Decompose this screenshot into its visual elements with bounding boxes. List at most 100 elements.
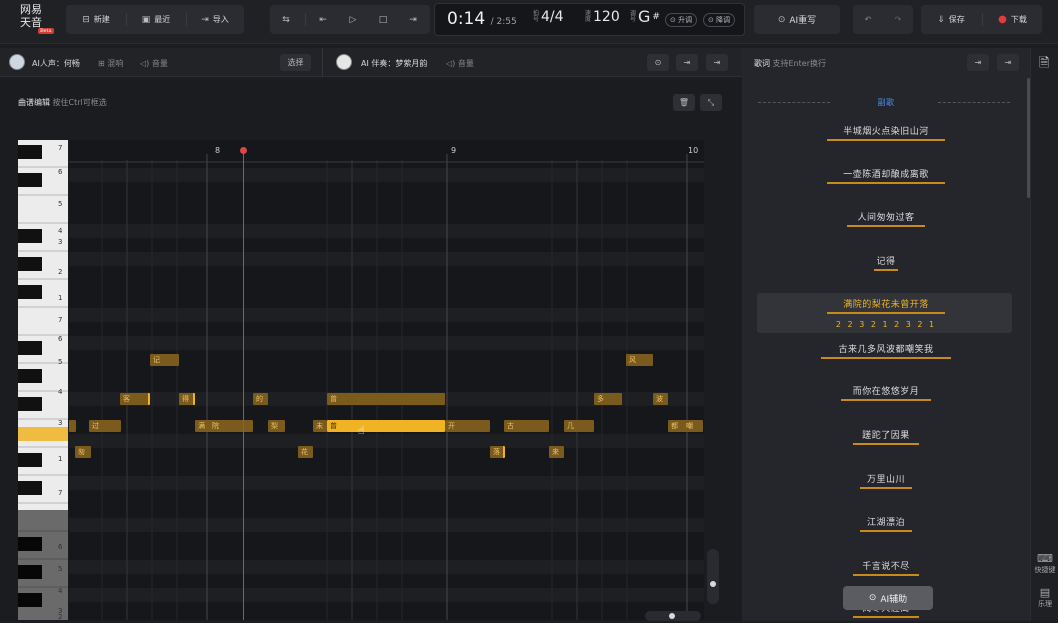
vocal-avatar [9,54,25,70]
trash-icon: 🗑 [678,98,690,107]
note[interactable]: 记 [150,354,179,366]
lyric-line[interactable]: 满院的梨花未曾开落 [742,297,1030,310]
piano-roll-grid[interactable]: 8 9 10 记风客得的曾多波过满院梨未曾开古几都嘲匆花落来 ☝ [69,140,704,620]
lyric-line[interactable]: 而你在悠悠岁月 [742,384,1030,397]
download-button[interactable]: ● 下载 [983,5,1042,34]
lyrics-export-button[interactable]: ⇥ [997,54,1019,71]
lyric-underline [853,574,919,576]
redo-button[interactable]: ↷ [883,5,913,34]
accompaniment-track-label[interactable]: AI 伴奏：梦萦月韵 [361,58,427,69]
ai-rewrite-icon: ⊙ [777,14,786,25]
lyrics-panel: 歌词 支持Enter换行 ⇥ ⇥ 副歌 半城烟火点染旧山河 一壶陈酒却酿成离歌 人间… [742,48,1030,621]
accompaniment-volume-control[interactable]: ◁) 音量 [446,58,474,69]
expand-icon: ⤡ [707,97,715,107]
note[interactable] [69,420,76,432]
playhead[interactable] [243,150,244,620]
note[interactable]: 梨 [268,420,285,432]
delete-button[interactable]: 🗑 [673,94,695,111]
key-label: 4 [58,388,63,396]
regenerate-button[interactable]: ⊙ [647,54,669,71]
lyric-line[interactable]: 江湖漂泊 [742,515,1030,528]
export-group: ⇓ 保存 ● 下载 [921,5,1042,34]
lyrics-doc-icon[interactable]: 🗎 [1039,54,1049,76]
note[interactable]: 的 [253,393,268,405]
lyric-line[interactable]: 蹉跎了因果 [742,428,1030,441]
zoom-slider-horizontal[interactable] [645,611,701,621]
note[interactable]: 风 [626,354,653,366]
note[interactable]: 花 [298,446,313,458]
loop-button[interactable]: ⇆ [270,5,302,34]
transport-group: ⇆ ⇤ ▷ □ ⇥ [270,5,430,34]
skip-back-button[interactable]: ⇤ [308,5,338,34]
save-button[interactable]: ⇓ 保存 [921,5,981,34]
play-button[interactable]: ▷ [338,5,368,34]
note[interactable]: 落 [490,446,505,458]
lyric-underline [847,225,925,227]
playhead-handle[interactable] [240,147,247,154]
note[interactable]: 得 [179,393,195,405]
key-down-button[interactable]: ⊙ 降调 [703,13,736,27]
lyric-line[interactable]: 记得 [742,254,1030,267]
measure-10: 10 [688,146,699,155]
note[interactable]: 客 [120,393,150,405]
undo-button[interactable]: ↶ [853,5,883,34]
volume-icon: ◁) [446,59,456,68]
note[interactable]: 古 [504,420,549,432]
note[interactable]: 开 [445,420,490,432]
theory-button[interactable]: ▤ 乐理 [1031,586,1058,609]
lyric-underline [827,312,945,314]
skip-forward-button[interactable]: ⇥ [398,5,428,34]
lyric-underline [860,530,912,532]
lyrics-import-button[interactable]: ⇥ [967,54,989,71]
recent-icon: ▣ [141,14,151,25]
stop-button[interactable]: □ [368,5,398,34]
export-track-button[interactable]: ⇥ [706,54,728,71]
note[interactable]: 多 [594,393,622,405]
expand-button[interactable]: ⤡ [700,94,722,111]
time-signature[interactable]: 拍号 4/4 [533,9,564,25]
download-icon: ● [998,14,1007,25]
note[interactable]: 曾 [327,393,445,405]
lyric-line[interactable]: 人间匆匆过客 [742,210,1030,223]
lyric-line[interactable]: 千言说不尽 [742,559,1030,572]
lyric-underline [853,443,919,445]
key-up-button[interactable]: ⊙ 升调 [665,13,698,27]
refresh-icon: ⊙ [654,58,662,67]
note[interactable]: 院 [209,420,253,432]
key-signature[interactable]: 调号 G # [630,7,660,26]
select-singer-button[interactable]: 选择 [280,54,311,71]
note[interactable]: 波 [653,393,668,405]
note[interactable]: 未 [313,420,327,432]
shortcuts-button[interactable]: ⌨ 快捷键 [1031,552,1058,575]
tempo[interactable]: 速度 120 [585,9,620,25]
import-button[interactable]: ⇥ 导入 [188,5,242,34]
note[interactable]: 几 [564,420,594,432]
note[interactable]: 过 [89,420,121,432]
beta-badge: Beta [38,28,54,34]
vocal-track-label[interactable]: AI人声：何畅 [32,58,80,69]
import-track-button[interactable]: ⇥ [676,54,698,71]
import-icon: ⇥ [974,58,982,67]
vocal-volume-control[interactable]: ◁) 音量 [140,58,168,69]
lyric-line[interactable]: 古来几多风波都嘲笑我 [742,342,1030,355]
key-label: 4 [58,227,63,235]
new-button[interactable]: ⊟ 新建 [68,5,124,34]
track-bar: AI人声：何畅 ⊞ 混响 ◁) 音量 选择 AI 伴奏：梦萦月韵 ◁) 音量 ⊙… [0,48,742,77]
key-label: 1 [58,294,63,302]
ai-assist-button[interactable]: ⊙ AI辅助 [843,586,933,610]
reverb-control[interactable]: ⊞ 混响 [98,58,123,69]
lyric-line[interactable]: 半城烟火点染旧山河 [742,124,1030,137]
note[interactable]: 嘲 [683,420,703,432]
zoom-slider-vertical[interactable] [707,549,719,604]
recent-button[interactable]: ▣ 最近 [128,5,184,34]
lyric-line[interactable]: 一壶陈酒却酿成离歌 [742,167,1030,180]
selected-note[interactable]: 曾 [327,420,445,432]
measure-9: 9 [451,146,457,155]
reverb-icon: ⊞ [98,59,105,68]
ai-rewrite-button[interactable]: ⊙ AI重写 [754,5,840,34]
note[interactable]: 来 [549,446,564,458]
piano-keyboard[interactable]: 7654321765431765432 [18,140,68,621]
note[interactable]: 匆 [75,446,91,458]
save-icon: ⇓ [937,14,945,25]
lyric-line[interactable]: 万里山川 [742,472,1030,485]
